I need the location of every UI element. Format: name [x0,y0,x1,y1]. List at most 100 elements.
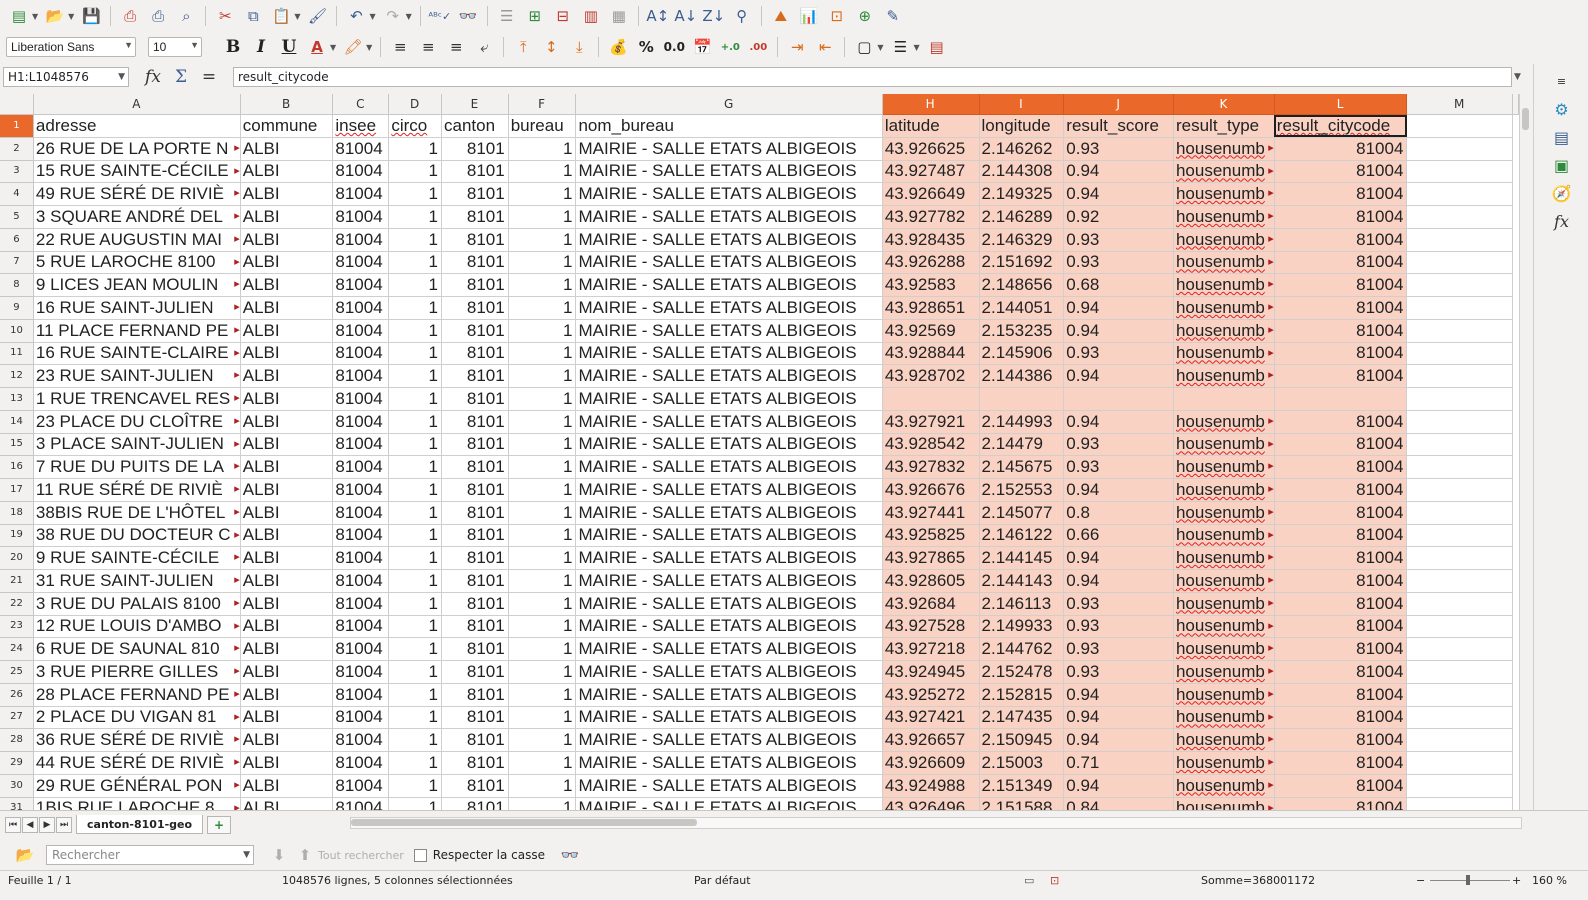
table-cell[interactable]: 43.928702 [882,364,980,388]
table-cell[interactable] [1406,319,1513,343]
table-cell[interactable]: 2.144308 [979,160,1065,184]
table-cell[interactable]: 2.14479 [979,433,1065,457]
font-color-dropdown-icon[interactable]: ▼ [330,43,336,52]
zoom-slider-handle[interactable] [1466,875,1470,885]
table-cell[interactable]: 81004 [332,524,390,548]
table-cell[interactable]: 0.84 [1063,797,1174,810]
table-cell[interactable]: 2.144051 [979,296,1065,320]
sheet-tab-active[interactable]: canton-8101-geo [76,815,204,834]
row-header[interactable]: 24 [0,637,34,661]
table-cell[interactable]: 43.928844 [882,342,980,366]
table-cell[interactable]: MAIRIE - SALLE ETATS ALBIGEOIS [575,569,883,593]
table-cell[interactable]: 28 PLACE FERNAND PE [33,683,241,707]
table-cell[interactable]: 81004 [1274,251,1408,275]
table-cell[interactable]: 8101 [441,728,509,752]
table-cell[interactable]: 1 [388,273,442,297]
table-cell[interactable]: 0.94 [1063,569,1174,593]
table-cell[interactable]: 43.924988 [882,774,980,798]
table-cell[interactable] [1406,637,1513,661]
table-cell[interactable]: housenumb [1173,728,1275,752]
table-cell[interactable]: housenumb [1173,455,1275,479]
table-cell[interactable]: 81004 [332,205,390,229]
table-cell[interactable]: 1 [508,296,577,320]
table-cell[interactable]: 81004 [1274,319,1408,343]
table-cell[interactable]: 1 [508,410,577,434]
border-style-icon[interactable]: ☰ [887,35,913,59]
table-cell[interactable]: 16 RUE SAINT-JULIEN [33,296,241,320]
table-cell[interactable]: ALBI [240,296,334,320]
table-cell[interactable]: 81004 [1274,706,1408,730]
table-cell[interactable]: 43.926609 [882,751,980,775]
table-cell[interactable]: 43.927441 [882,501,980,525]
table-cell[interactable]: 43.926649 [882,182,980,206]
font-name-combo[interactable]: Liberation Sans ▼ [6,37,136,57]
zoom-out-icon[interactable]: − [1416,874,1425,887]
table-cell[interactable]: 81004 [1274,273,1408,297]
insert-image-icon[interactable]: ⛰ [768,4,794,28]
table-cell[interactable]: 81004 [1274,569,1408,593]
insert-chart-icon[interactable]: 📊 [796,4,822,28]
table-cell[interactable]: 1 [508,501,577,525]
table-cell[interactable]: housenumb [1173,706,1275,730]
table-cell[interactable]: 8101 [441,205,509,229]
table-cell[interactable]: housenumb [1173,137,1275,161]
row-header[interactable]: 10 [0,319,34,343]
table-cell[interactable]: 1 [508,774,577,798]
column-header[interactable]: F [508,94,577,115]
table-cell[interactable]: 31 RUE SAINT-JULIEN [33,569,241,593]
table-cell[interactable]: ALBI [240,683,334,707]
table-cell[interactable]: ALBI [240,364,334,388]
header-cell[interactable]: circo [388,114,442,138]
table-cell[interactable]: 43.926625 [882,137,980,161]
add-decimal-icon[interactable]: +.0 [717,35,743,59]
table-cell[interactable]: 1 [388,524,442,548]
borders-dropdown-icon[interactable]: ▼ [877,43,883,52]
table-cell[interactable]: 43.925825 [882,524,980,548]
table-cell[interactable]: 0.94 [1063,319,1174,343]
table-cell[interactable]: 1 [508,137,577,161]
table-cell[interactable]: 2.151692 [979,251,1065,275]
table-cell[interactable]: housenumb [1173,364,1275,388]
table-cell[interactable]: 2.146289 [979,205,1065,229]
table-cell[interactable]: ALBI [240,637,334,661]
row-header[interactable]: 16 [0,455,34,479]
table-cell[interactable]: 8101 [441,546,509,570]
table-cell[interactable]: 81004 [332,501,390,525]
table-cell[interactable]: 1 [508,319,577,343]
table-cell[interactable] [1406,455,1513,479]
table-cell[interactable]: 1 [508,251,577,275]
table-cell[interactable]: 0.68 [1063,273,1174,297]
table-cell[interactable]: 81004 [1274,592,1408,616]
italic-button[interactable]: I [248,35,274,59]
table-cell[interactable]: 1 [508,364,577,388]
table-cell[interactable]: 81004 [332,615,390,639]
find-previous-icon[interactable]: ⬆ [292,843,318,867]
borders-icon[interactable]: ▢ [851,35,877,59]
clone-formatting-icon[interactable]: 🖌 [304,4,330,28]
table-cell[interactable]: 1 [508,160,577,184]
table-cell[interactable]: 1 [388,160,442,184]
header-cell[interactable]: longitude [979,114,1065,138]
table-cell[interactable]: ALBI [240,228,334,252]
row-header[interactable]: 21 [0,569,34,593]
table-cell[interactable]: ALBI [240,774,334,798]
table-cell[interactable]: 8101 [441,296,509,320]
row-header[interactable]: 27 [0,706,34,730]
table-cell[interactable]: 8101 [441,774,509,798]
table-cell[interactable]: 8101 [441,364,509,388]
table-cell[interactable]: 1 [508,433,577,457]
table-cell[interactable]: 1 [508,205,577,229]
table-cell[interactable]: 1 [508,387,577,411]
table-cell[interactable]: 43.924945 [882,660,980,684]
table-cell[interactable]: housenumb [1173,524,1275,548]
table-cell[interactable] [1406,728,1513,752]
table-cell[interactable]: 81004 [1274,160,1408,184]
table-cell[interactable]: 81004 [1274,342,1408,366]
column-header[interactable]: K [1173,94,1275,115]
row-header[interactable]: 30 [0,774,34,798]
table-cell[interactable]: 0.94 [1063,478,1174,502]
table-cell[interactable]: MAIRIE - SALLE ETATS ALBIGEOIS [575,342,883,366]
table-cell[interactable] [1406,228,1513,252]
table-cell[interactable]: 0.93 [1063,137,1174,161]
table-cell[interactable]: 81004 [332,706,390,730]
